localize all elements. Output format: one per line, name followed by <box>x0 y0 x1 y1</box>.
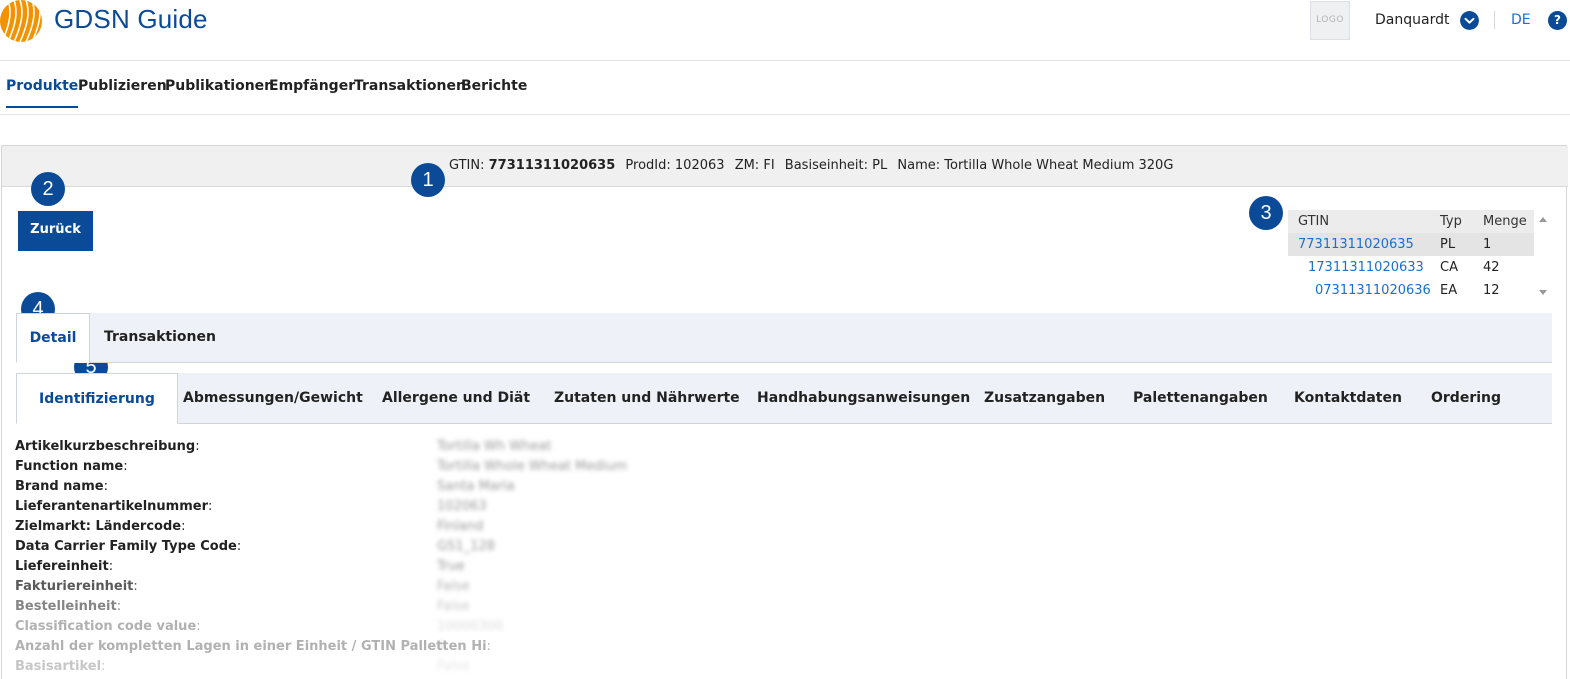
field-label: Fakturiereinheit: <box>15 579 138 594</box>
menge-cell: 12 <box>1483 283 1500 298</box>
zm-value: FI <box>763 158 775 173</box>
nav-item-produkte[interactable]: Produkte <box>6 78 79 108</box>
column-header-typ: Typ <box>1440 214 1462 229</box>
tab-identifizierung[interactable]: Identifizierung <box>16 373 178 424</box>
section-tabs: Identifizierung Abmessungen/Gewicht Alle… <box>16 373 1552 424</box>
field-value: Tortilla Whole Wheat Medium <box>437 459 628 474</box>
help-icon[interactable]: ? <box>1548 11 1567 30</box>
nav-item-empfaenger[interactable]: Empfänger <box>269 78 355 94</box>
user-name[interactable]: Danquardt <box>1375 12 1449 28</box>
tab-zutaten-und-naehrwerte[interactable]: Zutaten und Nährwerte <box>554 373 740 424</box>
detail-tabs: Detail Transaktionen <box>16 313 1552 363</box>
annotation-badge-3: 3 <box>1249 196 1283 230</box>
gdsn-logo-icon[interactable] <box>0 0 42 42</box>
app-header: GDSN Guide LOGO Danquardt DE ? <box>0 0 1570 61</box>
scroll-down-icon[interactable] <box>1539 290 1547 295</box>
gtin-link[interactable]: 77311311020635 <box>1298 237 1414 252</box>
tab-transaktionen[interactable]: Transaktionen <box>104 313 216 363</box>
field-value: 4 <box>437 639 446 654</box>
field-value: Santa Maria <box>437 479 515 494</box>
nav-item-transaktionen[interactable]: Transaktionen <box>354 78 466 94</box>
product-summary: GTIN: 77311311020635 ProdId: 102063 ZM: … <box>449 158 1173 173</box>
field-value: Tortilla Wh Wheat <box>437 439 552 454</box>
prodid-label: ProdId: <box>625 158 671 173</box>
gtin-value: 77311311020635 <box>488 158 616 173</box>
typ-cell: CA <box>1440 260 1458 275</box>
field-value: False <box>437 579 470 594</box>
header-divider <box>1494 11 1495 29</box>
field-label: Function name: <box>15 459 128 474</box>
back-button[interactable]: Zurück <box>18 211 93 251</box>
field-value: False <box>437 659 470 674</box>
field-label: Bestelleinheit: <box>15 599 122 614</box>
table-scrollbar[interactable] <box>1536 210 1550 302</box>
field-value: False <box>437 599 470 614</box>
field-label: Liefereinheit: <box>15 559 114 574</box>
product-info-bar: GTIN: 77311311020635 ProdId: 102063 ZM: … <box>2 146 1568 187</box>
name-value: Tortilla Whole Wheat Medium 320G <box>944 158 1174 173</box>
field-label: Anzahl der kompletten Lagen in einer Ein… <box>15 639 491 654</box>
tab-abmessungen-gewicht[interactable]: Abmessungen/Gewicht <box>183 373 363 424</box>
app-title[interactable]: GDSN Guide <box>54 4 208 35</box>
tab-zusatzangaben[interactable]: Zusatzangaben <box>984 373 1105 424</box>
table-row[interactable]: 17311311020633 CA 42 <box>1288 256 1534 279</box>
table-row[interactable]: 77311311020635 PL 1 <box>1288 233 1534 256</box>
field-label: Artikelkurzbeschreibung: <box>15 439 200 454</box>
field-label: Data Carrier Family Type Code: <box>15 539 242 554</box>
column-header-gtin: GTIN <box>1298 214 1330 229</box>
language-selector[interactable]: DE <box>1511 12 1531 28</box>
tab-handhabungsanweisungen[interactable]: Handhabungsanweisungen <box>757 373 970 424</box>
chevron-down-icon[interactable] <box>1460 11 1479 30</box>
basiseinheit-value: PL <box>872 158 888 173</box>
typ-cell: EA <box>1440 283 1458 298</box>
field-label: Classification code value: <box>15 619 201 634</box>
menge-cell: 1 <box>1483 237 1492 252</box>
nav-item-berichte[interactable]: Berichte <box>461 78 527 94</box>
field-value: Finland <box>437 519 484 534</box>
gtin-link[interactable]: 17311311020633 <box>1308 260 1424 275</box>
field-label: Brand name: <box>15 479 108 494</box>
column-header-menge: Menge <box>1483 214 1527 229</box>
field-value: True <box>437 559 465 574</box>
field-label: Zielmarkt: Ländercode: <box>15 519 186 534</box>
unit-hierarchy-table: GTIN Typ Menge 77311311020635 PL 1 17311… <box>1288 210 1552 302</box>
table-header: GTIN Typ Menge <box>1288 210 1534 233</box>
annotation-badge-2: 2 <box>31 172 65 206</box>
name-label: Name: <box>897 158 941 173</box>
field-value: GS1_128 <box>437 539 495 554</box>
gtin-label: GTIN: <box>449 158 485 173</box>
customer-logo-placeholder: LOGO <box>1310 1 1350 40</box>
prodid-value: 102063 <box>674 158 725 173</box>
nav-item-publikationen[interactable]: Publikationen <box>165 78 274 94</box>
annotation-badge-1: 1 <box>411 163 445 197</box>
tab-detail[interactable]: Detail <box>16 313 90 363</box>
typ-cell: PL <box>1440 237 1456 252</box>
table-row[interactable]: 07311311020636 EA 12 <box>1288 279 1534 302</box>
zm-label: ZM: <box>734 158 760 173</box>
tab-allergene-und-diaet[interactable]: Allergene und Diät <box>382 373 530 424</box>
tab-palettenangaben[interactable]: Palettenangaben <box>1133 373 1268 424</box>
field-value: 10000300 <box>437 619 504 634</box>
tab-kontaktdaten[interactable]: Kontaktdaten <box>1294 373 1402 424</box>
main-navigation: Produkte Publizieren Publikationen Empfä… <box>0 61 1570 115</box>
menge-cell: 42 <box>1483 260 1500 275</box>
gtin-link[interactable]: 07311311020636 <box>1315 283 1431 298</box>
scroll-up-icon[interactable] <box>1539 217 1547 222</box>
field-label: Lieferantenartikelnummer: <box>15 499 213 514</box>
tab-ordering[interactable]: Ordering <box>1431 373 1501 424</box>
field-label: Basisartikel: <box>15 659 106 674</box>
basiseinheit-label: Basiseinheit: <box>784 158 869 173</box>
nav-item-publizieren[interactable]: Publizieren <box>78 78 167 94</box>
field-value: 102063 <box>437 499 487 514</box>
